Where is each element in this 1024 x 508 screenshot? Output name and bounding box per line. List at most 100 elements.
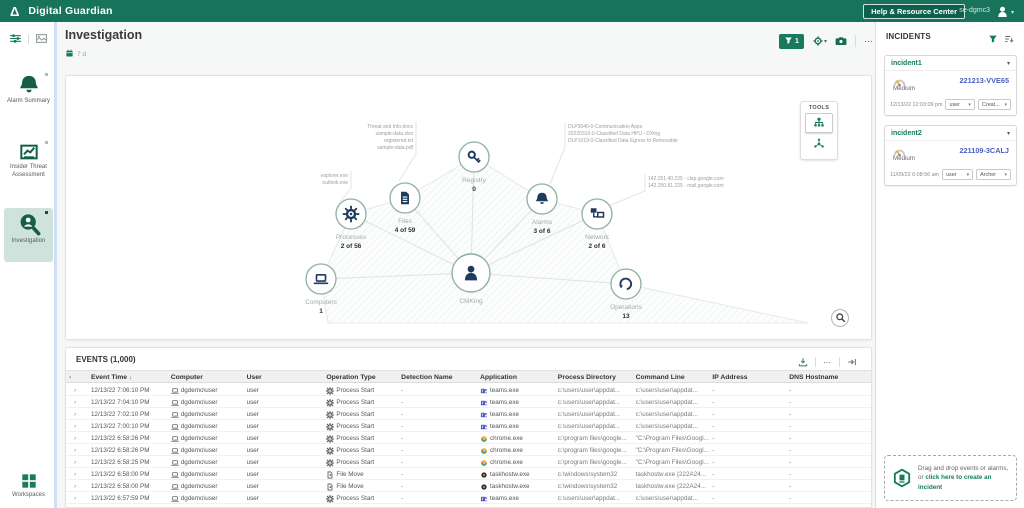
incident-card-header[interactable]: incident1 ▾ [885,56,1016,71]
svg-text:Network: Network [585,234,610,241]
funnel-icon [784,32,793,50]
more-options-button[interactable]: ⋯ [864,36,874,47]
column-header[interactable]: Process Directory [555,371,633,382]
svg-text:registered.txt: registered.txt [384,138,414,144]
sidebar-item-alarm-summary[interactable]: Alarm Summary [4,70,53,106]
radial-layout-button[interactable] [805,134,833,154]
incidents-sort-icon[interactable] [1004,30,1014,48]
assignee-dropdown[interactable]: user▾ [942,169,973,180]
computer-icon [171,399,179,407]
snapshot-button[interactable] [835,32,847,50]
table-row[interactable]: ›12/13/22 7:06:10 PMdgdemo\useruserProce… [66,384,871,396]
operation-icon [326,447,334,455]
assignee-value: user [949,102,960,108]
row-expander[interactable]: › [66,408,88,419]
svg-text:Files: Files [398,218,412,225]
camera-icon [835,32,847,50]
investigation-graph-panel: Threat and Info.docxsample-data.xlsxregi… [65,75,872,340]
time-range-badge: 7 d [77,51,86,58]
row-expander[interactable]: › [66,420,88,431]
user-menu[interactable]: ▾ [995,3,1014,21]
incident-card-header[interactable]: incident2 ▾ [885,126,1016,141]
column-header[interactable]: Detection Name [398,371,477,382]
svg-text:CMKing: CMKing [459,298,483,305]
incident-timestamp: 12/13/22 12:03:09 pm [890,102,942,108]
grid-view-icon[interactable] [35,30,48,48]
incident-id-link[interactable]: 221109-3CALJ [960,146,1010,155]
column-header[interactable]: IP Address [709,371,786,382]
table-row[interactable]: ›12/13/22 7:00:10 PMdgdemo\useruserProce… [66,420,871,432]
status-dropdown[interactable]: Creat...▾ [978,99,1011,110]
sidebar-item-investigation[interactable]: Investigation [4,208,53,262]
table-row[interactable]: ›12/13/22 6:58:00 PMdgdemo\useruserFile … [66,480,871,492]
filter-button[interactable]: 1 [779,34,804,49]
column-header[interactable]: Application [477,371,555,382]
column-header[interactable]: Computer [168,371,244,382]
events-panel: EVENTS (1,000) ⋯ ›Event Time ↓ComputerUs… [65,347,872,508]
status-value: Archer [980,172,996,178]
graph-toolbar: 1 ▾ ⋯ [779,32,874,50]
expand-all-icon[interactable]: › [66,371,88,382]
incidents-filter-icon[interactable] [988,30,998,48]
application-icon [480,411,488,419]
layout-selector-button[interactable]: ▾ [812,32,827,50]
table-row[interactable]: ›12/13/22 6:58:26 PMdgdemo\useruserProce… [66,432,871,444]
investigation-graph[interactable]: Threat and Info.docxsample-data.xlsxregi… [66,76,871,339]
radiallayout-icon [812,137,826,151]
row-expander[interactable]: › [66,444,88,455]
help-resource-center-button[interactable]: Help & Resource Center [863,4,965,19]
column-header[interactable]: Operation Type [323,371,398,382]
treelayout-icon [812,116,826,130]
table-row[interactable]: ›12/13/22 7:02:10 PMdgdemo\useruserProce… [66,408,871,420]
export-icon[interactable] [798,353,808,371]
operation-icon [326,423,334,431]
column-header[interactable]: Command Line [633,371,710,382]
chart-icon [19,142,39,162]
calendar-icon[interactable] [65,45,74,63]
row-expander[interactable]: › [66,480,88,491]
sidebar-item-label: Alarm Summary [4,98,53,106]
column-header[interactable]: DNS Hostname [786,371,871,382]
create-incident-link[interactable]: click here to create an incident [918,474,992,490]
table-row[interactable]: ›12/13/22 6:58:26 PMdgdemo\useruserProce… [66,444,871,456]
tools-panel: TOOLS [800,101,838,160]
assignee-dropdown[interactable]: user▾ [945,99,974,110]
graph-annotation: 142.251.40.225 - clap.google.com142.250.… [611,174,724,205]
sidebar-scrollbar[interactable] [54,22,57,508]
row-expander[interactable]: › [66,468,88,479]
colexpand-icon [847,357,857,367]
table-row[interactable]: ›12/13/22 6:57:59 PMdgdemo\useruserProce… [66,492,871,504]
sidebar-item-insider-threat-assessment[interactable]: Insider Threat Assessment [4,138,53,179]
column-header[interactable]: User [244,371,324,382]
svg-text:13: 13 [622,313,630,320]
row-expander[interactable]: › [66,432,88,443]
filter-count: 1 [795,38,799,45]
more-options-button[interactable]: ⋯ [823,358,832,367]
incident-card: incident1 ▾ Medium 221213-VVE65 12/13/22… [884,55,1017,116]
funnel-icon [988,34,998,44]
svg-text:2 of 6: 2 of 6 [589,243,606,250]
sidebar-item-workspaces[interactable]: Workspaces [4,472,53,498]
incident-name: incident1 [891,60,922,67]
imagegrid-icon [35,32,48,45]
incident-dropzone[interactable]: Drag and drop events or alarms, or click… [884,455,1017,501]
table-row[interactable]: ›12/13/22 6:58:00 PMdgdemo\useruserFile … [66,468,871,480]
table-row[interactable]: ›12/13/22 6:58:25 PMdgdemo\useruserProce… [66,456,871,468]
status-dropdown[interactable]: Archer▾ [976,169,1011,180]
expand-columns-icon[interactable] [847,353,857,371]
incident-id-link[interactable]: 221213-VVE65 [960,76,1010,85]
row-expander[interactable]: › [66,456,88,467]
svg-text:explorer.exe: explorer.exe [321,173,348,179]
panel-toggle-icon[interactable] [9,30,22,48]
divider [855,35,856,47]
zoom-button[interactable] [831,309,849,327]
application-icon [480,459,488,467]
row-expander[interactable]: › [66,492,88,503]
tree-layout-button[interactable] [805,113,833,133]
column-header[interactable]: Event Time ↓ [88,371,168,382]
row-expander[interactable]: › [66,384,88,395]
incident-hexagon-icon [892,468,912,488]
table-row[interactable]: ›12/13/22 7:04:10 PMdgdemo\useruserProce… [66,396,871,408]
application-icon [480,435,488,443]
row-expander[interactable]: › [66,396,88,407]
